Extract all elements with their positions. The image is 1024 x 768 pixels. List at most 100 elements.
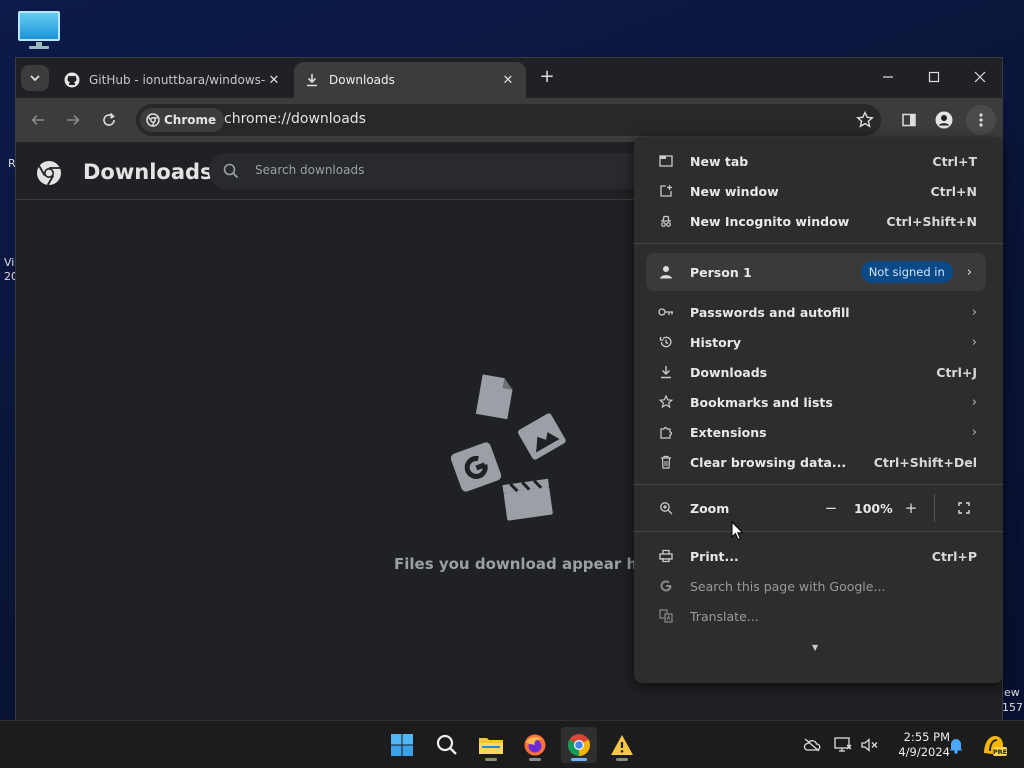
chip-label: Chrome	[164, 113, 217, 127]
close-tab-icon[interactable]: ✕	[266, 73, 282, 88]
key-icon	[658, 304, 674, 320]
menu-item-zoom: Zoom − 100% +	[634, 494, 1003, 522]
chevron-right-icon: ›	[971, 304, 977, 320]
new-tab-button[interactable]: +	[536, 66, 558, 88]
maximize-button[interactable]	[914, 64, 954, 90]
history-icon	[658, 334, 674, 350]
sign-in-status-badge: Not signed in	[860, 261, 953, 283]
menu-separator	[634, 531, 1003, 532]
url-text[interactable]: chrome://downloads	[224, 111, 366, 127]
running-indicator	[529, 758, 541, 761]
menu-item-translate[interactable]: Translate...	[634, 601, 1003, 631]
maximize-icon	[928, 71, 940, 83]
menu-item-new-tab[interactable]: New tab Ctrl+T	[634, 146, 1003, 176]
person-icon	[658, 264, 674, 280]
page-title: Downloads	[83, 160, 213, 184]
more-vertical-icon	[979, 113, 983, 127]
person-icon	[935, 111, 953, 129]
start-button[interactable]	[384, 727, 420, 763]
close-tab-icon[interactable]: ✕	[500, 73, 516, 88]
svg-text:PRE: PRE	[993, 748, 1007, 756]
chrome-logo-icon	[37, 161, 61, 186]
menu-item-print[interactable]: Print... Ctrl+P	[634, 541, 1003, 571]
firefox-button[interactable]	[517, 727, 553, 763]
desktop-edge-text: ew	[1004, 686, 1020, 699]
address-bar[interactable]: Chrome chrome://downloads	[136, 104, 881, 136]
firefox-icon	[524, 734, 546, 756]
menu-item-extensions[interactable]: Extensions ›	[634, 417, 1003, 447]
zoom-in-button[interactable]: +	[898, 495, 924, 521]
menu-item-clear-browsing-data[interactable]: Clear browsing data... Ctrl+Shift+Del	[634, 447, 1003, 477]
network-icon[interactable]	[833, 735, 853, 755]
translate-icon	[658, 608, 674, 624]
menu-separator	[634, 243, 1003, 244]
copilot-preview-icon[interactable]: PRE	[981, 733, 1007, 757]
search-icon	[223, 163, 239, 179]
tab-title: GitHub - ionuttbara/windows-d	[89, 73, 266, 87]
running-indicator	[485, 758, 497, 761]
clock-date: 4/9/2024	[898, 745, 950, 759]
close-window-button[interactable]	[960, 64, 1000, 90]
zoom-separator	[934, 494, 935, 522]
menu-item-person[interactable]: Person 1 Not signed in ›	[646, 253, 986, 291]
chrome-taskbar-button[interactable]	[561, 727, 597, 763]
desktop-edge-text: 157	[1002, 701, 1023, 714]
search-placeholder: Search downloads	[255, 163, 365, 177]
empty-downloads-illustration	[450, 374, 566, 521]
incognito-icon	[658, 213, 674, 229]
this-pc-desktop-icon[interactable]	[17, 10, 61, 50]
fullscreen-button[interactable]	[951, 495, 977, 521]
side-panel-icon	[902, 113, 916, 127]
clock-time: 2:55 PM	[903, 730, 950, 744]
menu-item-history[interactable]: History ›	[634, 327, 1003, 357]
site-info-chip[interactable]: Chrome	[140, 108, 225, 132]
tab-downloads[interactable]: Downloads ✕	[294, 62, 526, 98]
close-icon	[974, 71, 986, 83]
reload-icon	[103, 112, 115, 126]
new-tab-icon	[658, 153, 674, 169]
chevron-right-icon: ›	[971, 424, 977, 440]
chevron-right-icon: ›	[971, 334, 977, 350]
menu-separator	[634, 484, 1003, 485]
menu-item-bookmarks[interactable]: Bookmarks and lists ›	[634, 387, 1003, 417]
profile-button[interactable]	[933, 109, 955, 131]
zoom-icon	[658, 500, 674, 516]
download-icon	[658, 364, 674, 380]
chrome-logo-icon	[568, 734, 590, 756]
taskbar-search-button[interactable]	[429, 727, 465, 763]
download-icon	[304, 72, 320, 88]
chrome-logo-icon	[146, 113, 160, 127]
fullscreen-icon	[958, 502, 970, 514]
folder-icon	[479, 738, 503, 754]
minimize-button[interactable]	[868, 64, 908, 90]
puzzle-icon	[658, 424, 674, 440]
minimize-icon	[883, 76, 893, 78]
search-downloads-field[interactable]: Search downloads	[209, 153, 669, 189]
forward-button[interactable]	[60, 107, 86, 133]
menu-item-new-incognito[interactable]: New Incognito window Ctrl+Shift+N	[634, 206, 1003, 236]
zoom-out-button[interactable]: −	[818, 495, 844, 521]
back-button[interactable]	[25, 107, 51, 133]
menu-item-new-window[interactable]: New window Ctrl+N	[634, 176, 1003, 206]
tab-github[interactable]: GitHub - ionuttbara/windows-d ✕	[54, 62, 292, 98]
taskbar-clock[interactable]: 2:55 PM 4/9/2024	[888, 730, 950, 760]
more-items-caret-icon[interactable]: ▼	[812, 643, 818, 652]
volume-muted-icon[interactable]	[860, 735, 880, 755]
menu-item-search-with-google[interactable]: Search this page with Google...	[634, 571, 1003, 601]
trash-icon	[658, 454, 674, 470]
tab-strip: GitHub - ionuttbara/windows-d ✕ Download…	[16, 58, 1002, 98]
chrome-menu-button[interactable]	[966, 105, 996, 135]
side-panel-button[interactable]	[898, 109, 920, 131]
menu-item-downloads[interactable]: Downloads Ctrl+J	[634, 357, 1003, 387]
file-explorer-button[interactable]	[473, 727, 509, 763]
menu-item-passwords[interactable]: Passwords and autofill ›	[634, 297, 1003, 327]
warning-app-button[interactable]	[604, 727, 640, 763]
running-indicator	[616, 758, 628, 761]
reload-button[interactable]	[96, 107, 122, 133]
tab-search-button[interactable]	[21, 65, 49, 91]
running-indicator	[571, 758, 587, 761]
onedrive-offline-icon[interactable]	[802, 735, 822, 755]
notification-bell-icon[interactable]	[946, 735, 966, 755]
bookmark-star-icon[interactable]	[855, 110, 875, 130]
browser-toolbar: Chrome chrome://downloads	[16, 98, 1002, 142]
